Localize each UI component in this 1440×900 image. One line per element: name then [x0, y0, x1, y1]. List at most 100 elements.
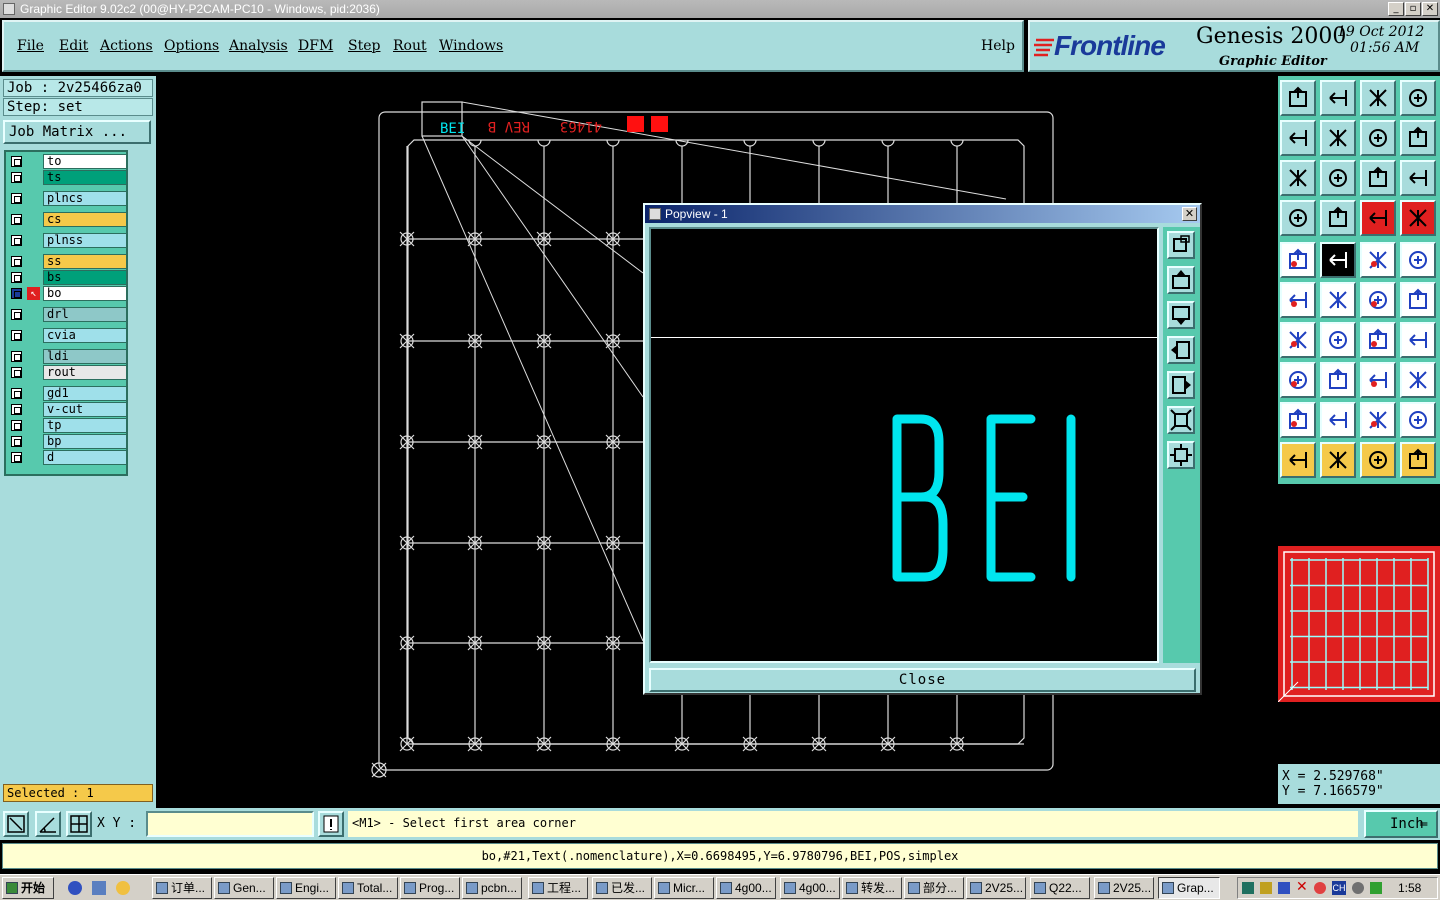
slash-line-icon[interactable] [1320, 322, 1356, 358]
snap-grid-button[interactable] [3, 811, 29, 837]
snap-pads-icon[interactable] [1360, 200, 1396, 236]
minimize-button[interactable]: _ [1388, 2, 1404, 16]
layer-row-plnss[interactable]: plnss [9, 233, 127, 248]
arc-icon[interactable] [1360, 322, 1396, 358]
task-button[interactable]: 4g00... [716, 877, 776, 899]
browser-icon[interactable] [68, 881, 82, 895]
node-connect-icon[interactable] [1280, 282, 1316, 318]
open-job-icon[interactable] [1280, 80, 1316, 116]
move-left-icon[interactable] [1280, 120, 1316, 156]
zoom-ratio-icon[interactable] [1360, 160, 1396, 196]
info-button[interactable] [318, 811, 344, 837]
layer-checkbox[interactable] [11, 404, 22, 415]
cross-delete-icon[interactable] [1320, 282, 1356, 318]
start-button[interactable]: 开始 [2, 877, 54, 899]
layer-row-ts[interactable]: ts [9, 170, 127, 185]
layer-row-v-cut[interactable]: v-cut [9, 402, 127, 417]
task-button[interactable]: Gen... [214, 877, 274, 899]
unit-selector[interactable]: Inch ═ [1364, 810, 1438, 838]
xy-input[interactable] [146, 811, 314, 837]
snap-center-button[interactable] [66, 811, 92, 837]
mirror-icon[interactable] [1400, 120, 1436, 156]
task-button[interactable]: 工程... [528, 877, 588, 899]
menu-rout[interactable]: Rout [393, 38, 427, 54]
menu-file[interactable]: File [17, 38, 44, 54]
popview-close-button[interactable]: Close [649, 668, 1196, 692]
task-button[interactable]: pcbn... [462, 877, 522, 899]
popview-canvas[interactable] [649, 227, 1159, 663]
layer-checkbox[interactable] [11, 235, 22, 246]
task-button[interactable]: Prog... [400, 877, 460, 899]
layer-row-bs[interactable]: bs [9, 270, 127, 285]
media-icon[interactable] [116, 881, 130, 895]
tray-clock-icon[interactable] [1352, 882, 1364, 894]
snap-pads-red-icon[interactable] [1400, 200, 1436, 236]
popview-close-x-button[interactable]: ✕ [1182, 207, 1197, 221]
layer-row-bo[interactable]: ↖ bo [9, 286, 127, 301]
maximize-button[interactable]: ▫ [1405, 2, 1421, 16]
select-circle-icon[interactable] [1360, 442, 1396, 478]
popview-pan-left-button[interactable] [1167, 336, 1195, 364]
triangle-small-icon[interactable] [1280, 402, 1316, 438]
grid-icon[interactable] [1320, 200, 1356, 236]
tray-network-icon[interactable] [1242, 882, 1254, 894]
layer-checkbox[interactable] [11, 436, 22, 447]
pad-add-icon[interactable] [1280, 242, 1316, 278]
select-box-icon[interactable] [1320, 442, 1356, 478]
zoom-center-icon[interactable] [1320, 160, 1356, 196]
menu-help[interactable]: Help [981, 38, 1015, 54]
text-tool-icon[interactable] [1400, 322, 1436, 358]
ruler-icon[interactable] [1360, 242, 1396, 278]
menu-actions[interactable]: Actions [100, 38, 153, 54]
task-button[interactable]: 4g00... [780, 877, 840, 899]
layer-checkbox[interactable] [11, 288, 22, 299]
tray-ime-icon[interactable]: CH [1332, 881, 1346, 895]
tray-tool-icon[interactable] [1260, 882, 1272, 894]
task-button[interactable]: 2V25... [1094, 877, 1154, 899]
snap-angle-button[interactable] [35, 811, 61, 837]
popview-zoom-out-button[interactable] [1167, 406, 1195, 434]
zoom-fit-icon[interactable] [1280, 160, 1316, 196]
task-button[interactable]: Micr... [654, 877, 714, 899]
layer-checkbox[interactable] [11, 420, 22, 431]
layer-row-plncs[interactable]: plncs [9, 191, 127, 206]
angle-line-icon[interactable] [1280, 322, 1316, 358]
layer-checkbox[interactable] [11, 272, 22, 283]
line-add-icon[interactable] [1320, 242, 1356, 278]
layer-checkbox[interactable] [11, 193, 22, 204]
overview-map[interactable] [1277, 546, 1440, 703]
layer-checkbox[interactable] [11, 256, 22, 267]
layer-row-to[interactable]: to [9, 154, 127, 169]
tray-x-icon[interactable]: ✕ [1296, 878, 1308, 895]
layer-checkbox[interactable] [11, 452, 22, 463]
layer-row-d[interactable]: d [9, 450, 127, 465]
tray-security-icon[interactable] [1314, 882, 1326, 894]
layer-row-drl[interactable]: drl [9, 307, 127, 322]
task-button[interactable]: 订单... [152, 877, 212, 899]
job-matrix-button[interactable]: Job Matrix ... [3, 120, 151, 144]
menu-step[interactable]: Step [348, 38, 380, 54]
layer-row-gd1[interactable]: gd1 [9, 386, 127, 401]
menu-dfm[interactable]: DFM [298, 38, 333, 54]
task-button[interactable]: 转发... [842, 877, 902, 899]
line-cut-icon[interactable] [1320, 362, 1356, 398]
layer-checkbox[interactable] [11, 156, 22, 167]
popview-zoom-in-button[interactable] [1167, 441, 1195, 469]
layer-row-cvia[interactable]: cvia [9, 328, 127, 343]
save-icon[interactable] [1320, 80, 1356, 116]
layer-checkbox[interactable] [11, 330, 22, 341]
menu-analysis[interactable]: Analysis [229, 38, 288, 54]
task-button[interactable]: 2V25... [966, 877, 1026, 899]
triangle-rect-icon[interactable] [1360, 402, 1396, 438]
menu-edit[interactable]: Edit [59, 38, 88, 54]
menu-options[interactable]: Options [164, 38, 219, 54]
home-icon[interactable] [1360, 80, 1396, 116]
task-button[interactable]: Engi... [276, 877, 336, 899]
triangle-icon[interactable] [1320, 402, 1356, 438]
task-button[interactable]: 已发... [592, 877, 652, 899]
popview-zoom-window-button[interactable] [1167, 231, 1195, 259]
select-arrow-icon[interactable] [1280, 442, 1316, 478]
pad-line-angle-icon[interactable] [1400, 282, 1436, 318]
window-close-button[interactable]: ✕ [1422, 2, 1438, 16]
layer-checkbox[interactable] [11, 214, 22, 225]
